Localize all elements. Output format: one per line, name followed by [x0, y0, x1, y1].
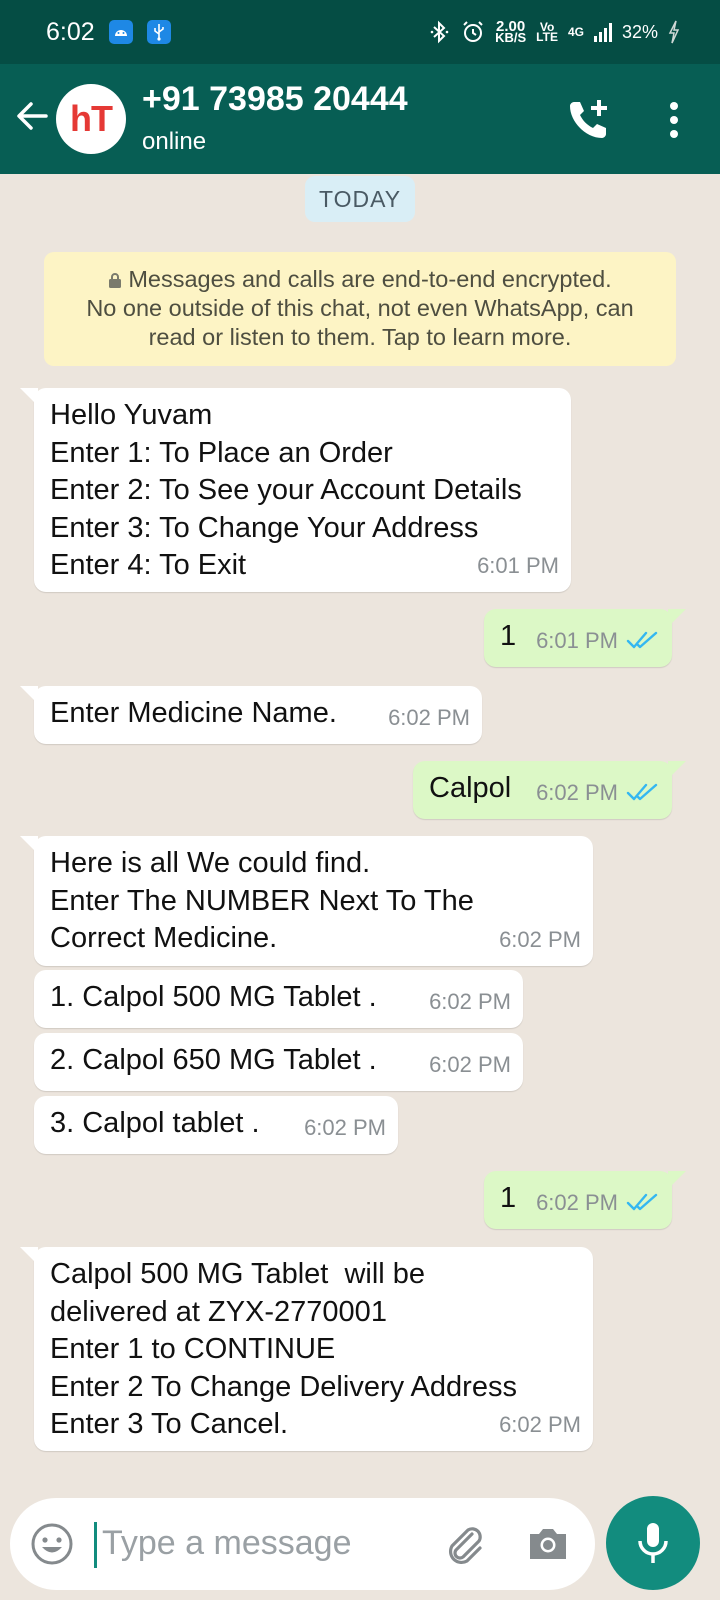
message-incoming[interactable]: Hello Yuvam Enter 1: To Place an Order E…	[20, 388, 571, 592]
bluetooth-icon	[430, 20, 449, 44]
message-text: Enter 2: To See your Account Details	[50, 474, 522, 506]
usb-notification-icon	[146, 20, 171, 44]
message-time: 6:02 PM	[429, 1051, 511, 1077]
android-notification-icon	[108, 20, 133, 44]
message-time: 6:02 PM	[429, 988, 511, 1014]
message-text: Enter 2 To Change Delivery Address	[50, 1370, 517, 1403]
message-incoming[interactable]: 1. Calpol 500 MG Tablet . 6:02 PM	[34, 970, 523, 1028]
avatar[interactable]: hT	[56, 84, 126, 154]
text-cursor	[94, 1522, 97, 1568]
contact-status: online	[142, 128, 207, 155]
chat-area[interactable]: TODAY Messages and calls are end-to-end …	[0, 174, 720, 1490]
message-incoming[interactable]: Enter Medicine Name. 6:02 PM	[20, 686, 482, 744]
message-text: Enter 3 To Cancel.	[50, 1408, 289, 1440]
message-time: 6:01 PM	[536, 622, 660, 660]
message-incoming[interactable]: 2. Calpol 650 MG Tablet . 6:02 PM	[34, 1033, 523, 1091]
message-time: 6:02 PM	[536, 1184, 660, 1222]
message-time: 6:02 PM	[499, 926, 581, 952]
volte-indicator: Vo LTE	[536, 20, 558, 44]
message-outgoing[interactable]: 1 6:01 PM	[484, 609, 686, 667]
message-outgoing[interactable]: Calpol 6:02 PM	[413, 761, 686, 819]
message-text: Calpol 500 MG Tablet will be	[50, 1258, 426, 1290]
message-text: Here is all We could find.	[50, 847, 371, 879]
message-outgoing[interactable]: 1 6:02 PM	[484, 1171, 686, 1229]
double-check-icon	[626, 632, 658, 649]
camera-icon[interactable]	[526, 1522, 570, 1566]
message-text: Enter 1: To Place an Order	[50, 436, 393, 469]
phone-plus-icon[interactable]	[566, 96, 612, 142]
chat-header: hT +91 73985 20444 online	[0, 64, 720, 174]
paperclip-icon[interactable]	[442, 1522, 488, 1568]
mic-icon	[638, 1523, 668, 1563]
message-input[interactable]: Type a message	[102, 1524, 351, 1563]
message-text: delivered at ZYX-2770001	[50, 1295, 387, 1328]
double-check-icon	[626, 1194, 658, 1211]
status-time: 6:02	[46, 17, 95, 46]
message-time: 6:02 PM	[499, 1411, 581, 1437]
message-incoming[interactable]: Here is all We could find. Enter The NUM…	[20, 836, 593, 966]
network-speed: 2.00 KB/S	[495, 18, 527, 45]
message-time: 6:02 PM	[536, 774, 660, 812]
message-composer[interactable]: Type a message	[10, 1498, 595, 1590]
message-text: Enter 1 to CONTINUE	[50, 1333, 336, 1365]
encryption-notice[interactable]: Messages and calls are end-to-end encryp…	[44, 252, 676, 366]
mic-button[interactable]	[606, 1496, 700, 1590]
message-time: 6:02 PM	[304, 1114, 386, 1140]
alarm-icon	[463, 21, 483, 42]
message-time: 6:01 PM	[477, 552, 559, 578]
contact-name[interactable]: +91 73985 20444	[142, 80, 408, 119]
arrow-left-icon[interactable]	[14, 98, 50, 134]
battery-percent: 32%	[621, 21, 658, 42]
status-bar: 6:02 2.00 KB/S Vo LTE 4G 32%	[0, 0, 720, 64]
message-text: Correct Medicine.	[50, 922, 278, 954]
signal-icon	[593, 22, 612, 42]
message-time: 6:02 PM	[388, 704, 470, 730]
message-text: Hello Yuvam	[50, 399, 213, 431]
smiley-icon[interactable]	[30, 1522, 74, 1566]
double-check-icon	[626, 784, 658, 801]
more-vert-icon[interactable]	[656, 98, 692, 142]
charging-icon	[668, 20, 680, 44]
date-chip: TODAY	[305, 176, 415, 222]
network-type: 4G	[567, 25, 584, 39]
message-incoming[interactable]: 3. Calpol tablet . 6:02 PM	[34, 1096, 398, 1154]
message-text: Enter 3: To Change Your Address	[50, 511, 479, 544]
message-text: Enter The NUMBER Next To The	[50, 884, 474, 917]
message-incoming[interactable]: Calpol 500 MG Tablet will be delivered a…	[20, 1247, 593, 1451]
lock-icon	[109, 273, 122, 288]
